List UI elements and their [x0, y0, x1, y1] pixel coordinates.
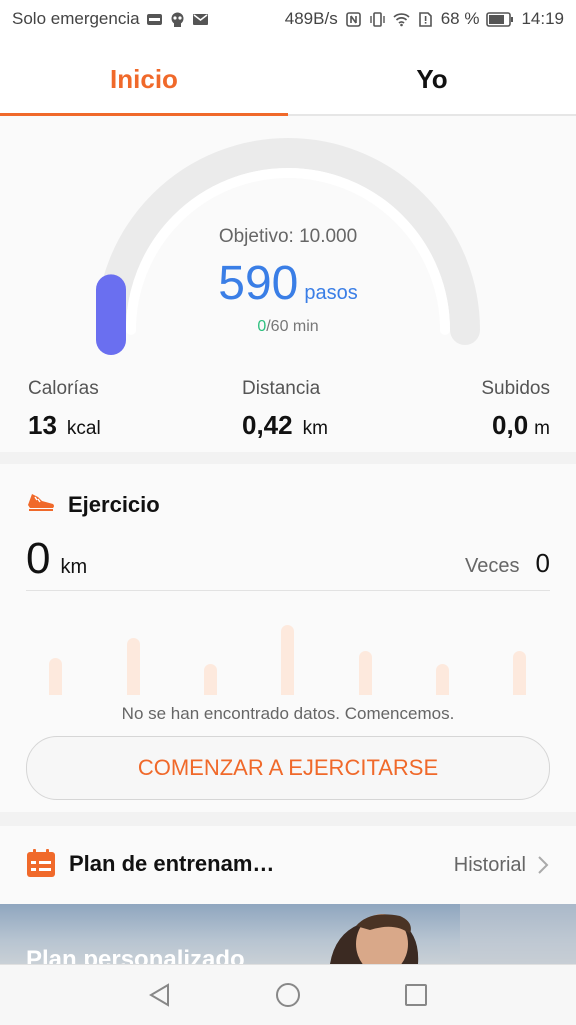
start-exercise-button[interactable]: COMENZAR A EJERCITARSE [26, 736, 550, 800]
clock: 14:19 [521, 9, 564, 28]
stat-unit: km [302, 418, 328, 439]
exercise-times-value: 0 [535, 548, 550, 578]
calendar-icon [27, 849, 55, 877]
tab-yo[interactable]: Yo [288, 40, 576, 116]
exercise-times-label: Veces [465, 555, 520, 577]
navigation-bar [0, 964, 576, 1025]
stat-distance: Distancia 0,42 km [242, 378, 328, 441]
exercise-distance-value: 0 [26, 534, 51, 583]
carrier-label: Solo emergencia [12, 9, 140, 28]
stat-value: 13 [28, 410, 57, 440]
stat-value: 0,0 [492, 410, 529, 440]
steps-card[interactable]: Objetivo: 10.000 590 pasos 0/60 min Calor… [0, 116, 576, 452]
stat-value: 0,42 [242, 410, 293, 440]
battery-icon [486, 11, 514, 27]
shoe-icon [28, 494, 54, 511]
placeholder-bar [513, 651, 526, 695]
back-icon[interactable] [146, 981, 174, 1009]
network-speed: 489B/s [284, 9, 338, 28]
stat-label: Subidos [481, 378, 550, 399]
placeholder-bar [127, 638, 140, 695]
tab-bar: Inicio Yo [0, 40, 576, 116]
chevron-right-icon [538, 856, 549, 874]
personalized-plan-banner[interactable]: Plan personalizado [0, 904, 576, 964]
recents-icon[interactable] [402, 981, 430, 1009]
battery-percent: 68 % [440, 9, 480, 28]
steps-count: 590 [218, 257, 299, 310]
stat-label: Distancia [242, 378, 321, 399]
tab-inicio[interactable]: Inicio [0, 40, 288, 116]
status-bar: Solo emergencia 489B/s 68 % 14:19 [0, 0, 576, 40]
exercise-distance: 0 km [26, 534, 87, 584]
exercise-card: Ejercicio 0 km Veces 0 No se han encontra… [0, 464, 576, 812]
no-data-message: No se han encontrado datos. Comencemos. [121, 704, 455, 723]
alert-sim-icon [418, 11, 432, 27]
exercise-title: Ejercicio [68, 492, 160, 517]
exercise-divider [26, 590, 550, 591]
stat-unit: m [534, 418, 550, 439]
stat-label: Calorías [28, 378, 99, 399]
steps-count-row: 590 pasos [0, 256, 576, 311]
minutes-done: 0 [257, 318, 267, 335]
exercise-distance-unit: km [60, 556, 88, 578]
training-plan-title: Plan de entrenam… [69, 851, 275, 876]
vibrate-icon [370, 11, 385, 27]
placeholder-bar [359, 651, 372, 695]
steps-goal: Objetivo: 10.000 [218, 226, 358, 247]
nfc-icon [345, 11, 361, 27]
placeholder-bar [436, 664, 449, 695]
sim-card-icon [146, 13, 162, 25]
banner-title: Plan personalizado [26, 946, 245, 964]
placeholder-bar [281, 625, 294, 695]
skull-icon [171, 12, 184, 27]
active-minutes: 0/60 min [0, 318, 576, 336]
stat-climbed: Subidos 0,0 m [481, 378, 550, 441]
wifi-icon [393, 12, 410, 26]
stat-calories: Calorías 13 kcal [28, 378, 101, 441]
history-link[interactable]: Historial [454, 854, 526, 877]
minutes-goal: /60 min [266, 318, 319, 335]
stat-unit: kcal [66, 418, 101, 439]
placeholder-bar [204, 664, 217, 695]
mail-icon [192, 13, 208, 25]
placeholder-bar [49, 658, 62, 695]
steps-unit: pasos [304, 282, 358, 304]
training-plan-row[interactable]: Plan de entrenam… Historial [0, 826, 576, 904]
exercise-times: Veces 0 [465, 548, 550, 579]
home-icon[interactable] [274, 981, 302, 1009]
